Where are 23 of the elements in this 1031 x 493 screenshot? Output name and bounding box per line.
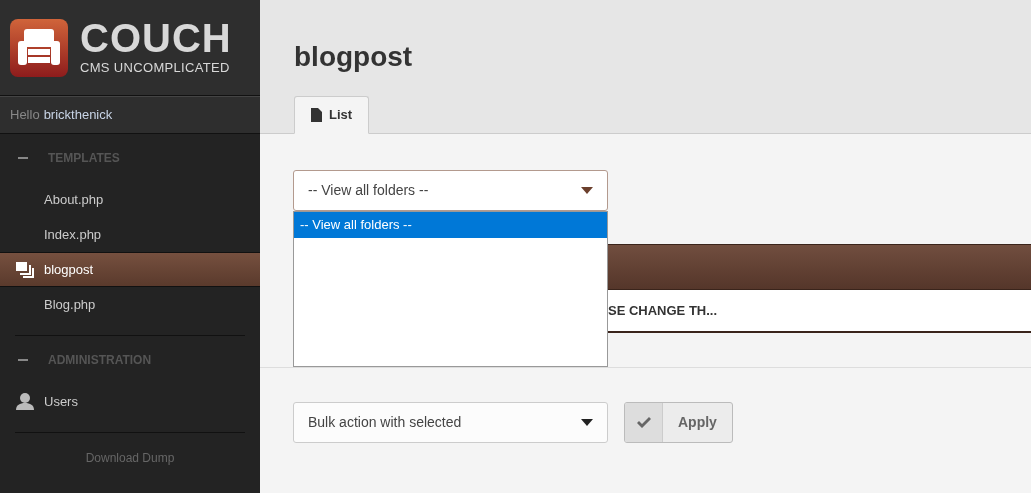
sidebar-item[interactable]: Users bbox=[0, 384, 260, 419]
logo-tagline: CMS UNCOMPLICATED bbox=[80, 58, 231, 77]
logo-wordmark: COUCH bbox=[80, 17, 232, 58]
apply-button[interactable]: Apply bbox=[624, 402, 733, 443]
username: brickthenick bbox=[43, 106, 113, 125]
page-title: blogpost bbox=[294, 40, 414, 74]
sidebar-item[interactable]: Index.php bbox=[0, 217, 260, 252]
sidebar-item[interactable]: About.php bbox=[0, 182, 260, 217]
caret-icon bbox=[581, 187, 593, 194]
bulk-action-select[interactable]: Bulk action with selected bbox=[293, 402, 608, 443]
armchair-logo-icon bbox=[10, 18, 68, 77]
sidebar-item[interactable]: blogpost bbox=[0, 252, 260, 287]
greeting-label: Hello bbox=[10, 106, 40, 125]
folder-select[interactable]: -- View all folders -- bbox=[293, 170, 608, 211]
sidebar-item[interactable]: Blog.php bbox=[0, 287, 260, 322]
stacked-squares-icon bbox=[16, 261, 34, 278]
dropdown-option[interactable]: -- View all folders -- bbox=[294, 212, 607, 238]
caret-icon bbox=[581, 419, 593, 426]
user-icon bbox=[16, 393, 34, 410]
document-icon bbox=[311, 108, 322, 122]
checkmark-icon bbox=[636, 417, 651, 428]
tab[interactable]: List bbox=[294, 96, 370, 134]
table-cell-text: SE CHANGE TH... bbox=[608, 301, 718, 320]
